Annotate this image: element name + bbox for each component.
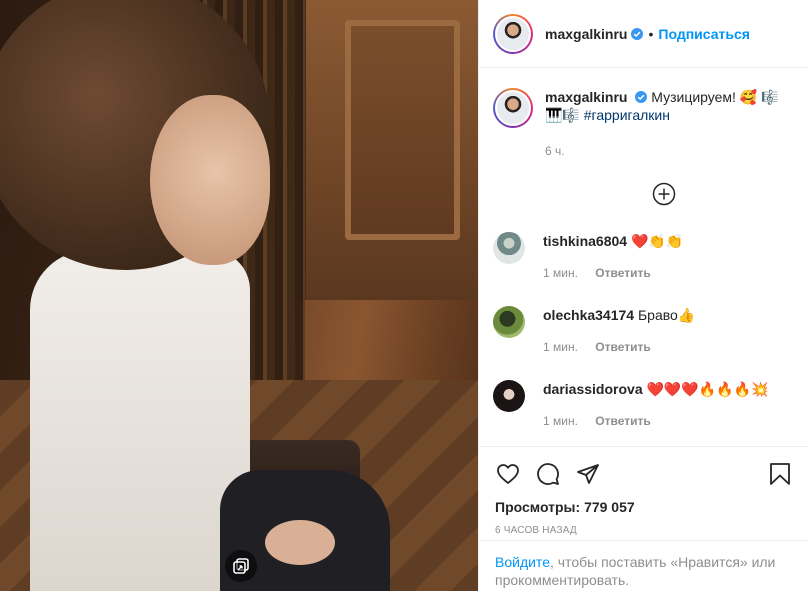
comment-text: Браво👍: [637, 307, 696, 323]
comment-item: olechka34174 Браво👍 1 мин. Ответить: [493, 306, 794, 356]
comment-time[interactable]: 1 мин.: [543, 414, 578, 428]
avatar[interactable]: [493, 13, 533, 54]
verified-badge-icon: [631, 27, 644, 40]
views-count[interactable]: Просмотры: 779 057: [495, 499, 793, 515]
follow-button[interactable]: Подписаться: [658, 26, 750, 42]
caption-avatar[interactable]: [493, 88, 533, 128]
comments-list: maxgalkinru Музицируем! 🥰 🎼🎹🎼 #гарригалк…: [479, 68, 808, 446]
load-more-comments-button[interactable]: [533, 182, 794, 206]
post-timestamp[interactable]: 6 часов назад: [495, 525, 793, 536]
separator-dot: •: [648, 25, 654, 42]
bookmark-icon: [770, 463, 790, 485]
share-icon: [577, 464, 599, 484]
caption-time[interactable]: 6 ч.: [545, 144, 794, 158]
comment-text: ❤️❤️❤️🔥🔥🔥💥: [646, 381, 769, 397]
login-link[interactable]: Войдите: [495, 554, 550, 570]
wood-inset: [345, 20, 460, 240]
save-button[interactable]: [767, 461, 793, 487]
child-shirt: [30, 250, 250, 591]
login-prompt: Войдите, чтобы поставить «Нравится» или …: [479, 540, 808, 591]
comment-icon: [537, 463, 559, 485]
comment-item: dariassidorova ❤️❤️❤️🔥🔥🔥💥 1 мин. Ответит…: [493, 380, 794, 430]
like-button[interactable]: [495, 461, 521, 487]
caption-hashtag[interactable]: #гарригалкин: [584, 107, 670, 123]
reply-button[interactable]: Ответить: [595, 340, 650, 354]
comment-username[interactable]: dariassidorova: [543, 381, 643, 397]
caption-username[interactable]: maxgalkinru: [545, 89, 627, 105]
heart-icon: [497, 464, 519, 484]
header-username[interactable]: maxgalkinru: [545, 26, 627, 42]
post-video[interactable]: [0, 0, 478, 591]
comment-username[interactable]: tishkina6804: [543, 233, 627, 249]
views-value: 779 057: [584, 499, 635, 515]
share-button[interactable]: [575, 461, 601, 487]
comment-avatar[interactable]: [493, 306, 525, 338]
comment-username[interactable]: olechka34174: [543, 307, 634, 323]
comment-text: ❤️👏👏: [630, 233, 684, 249]
comment-item: tishkina6804 ❤️👏👏 1 мин. Ответить: [493, 232, 794, 282]
plus-circle-icon[interactable]: [652, 182, 676, 206]
views-label: Просмотры:: [495, 499, 581, 515]
verified-badge-icon: [635, 91, 648, 103]
child-hand: [265, 520, 335, 565]
comment-time[interactable]: 1 мин.: [543, 266, 578, 280]
post-sidebar: maxgalkinru • Подписаться maxgalkinru Му…: [478, 0, 808, 591]
video-indicator-icon[interactable]: [225, 550, 257, 582]
reply-button[interactable]: Ответить: [595, 414, 650, 428]
comment-avatar[interactable]: [493, 232, 525, 264]
comment-time[interactable]: 1 мин.: [543, 340, 578, 354]
comment-avatar[interactable]: [493, 380, 525, 412]
reply-button[interactable]: Ответить: [595, 266, 650, 280]
post-actions: Просмотры: 779 057 6 часов назад: [479, 446, 808, 536]
post-header: maxgalkinru • Подписаться: [479, 0, 808, 68]
child-face: [150, 95, 270, 265]
comment-button[interactable]: [535, 461, 561, 487]
caption: maxgalkinru Музицируем! 🥰 🎼🎹🎼 #гарригалк…: [493, 88, 794, 128]
